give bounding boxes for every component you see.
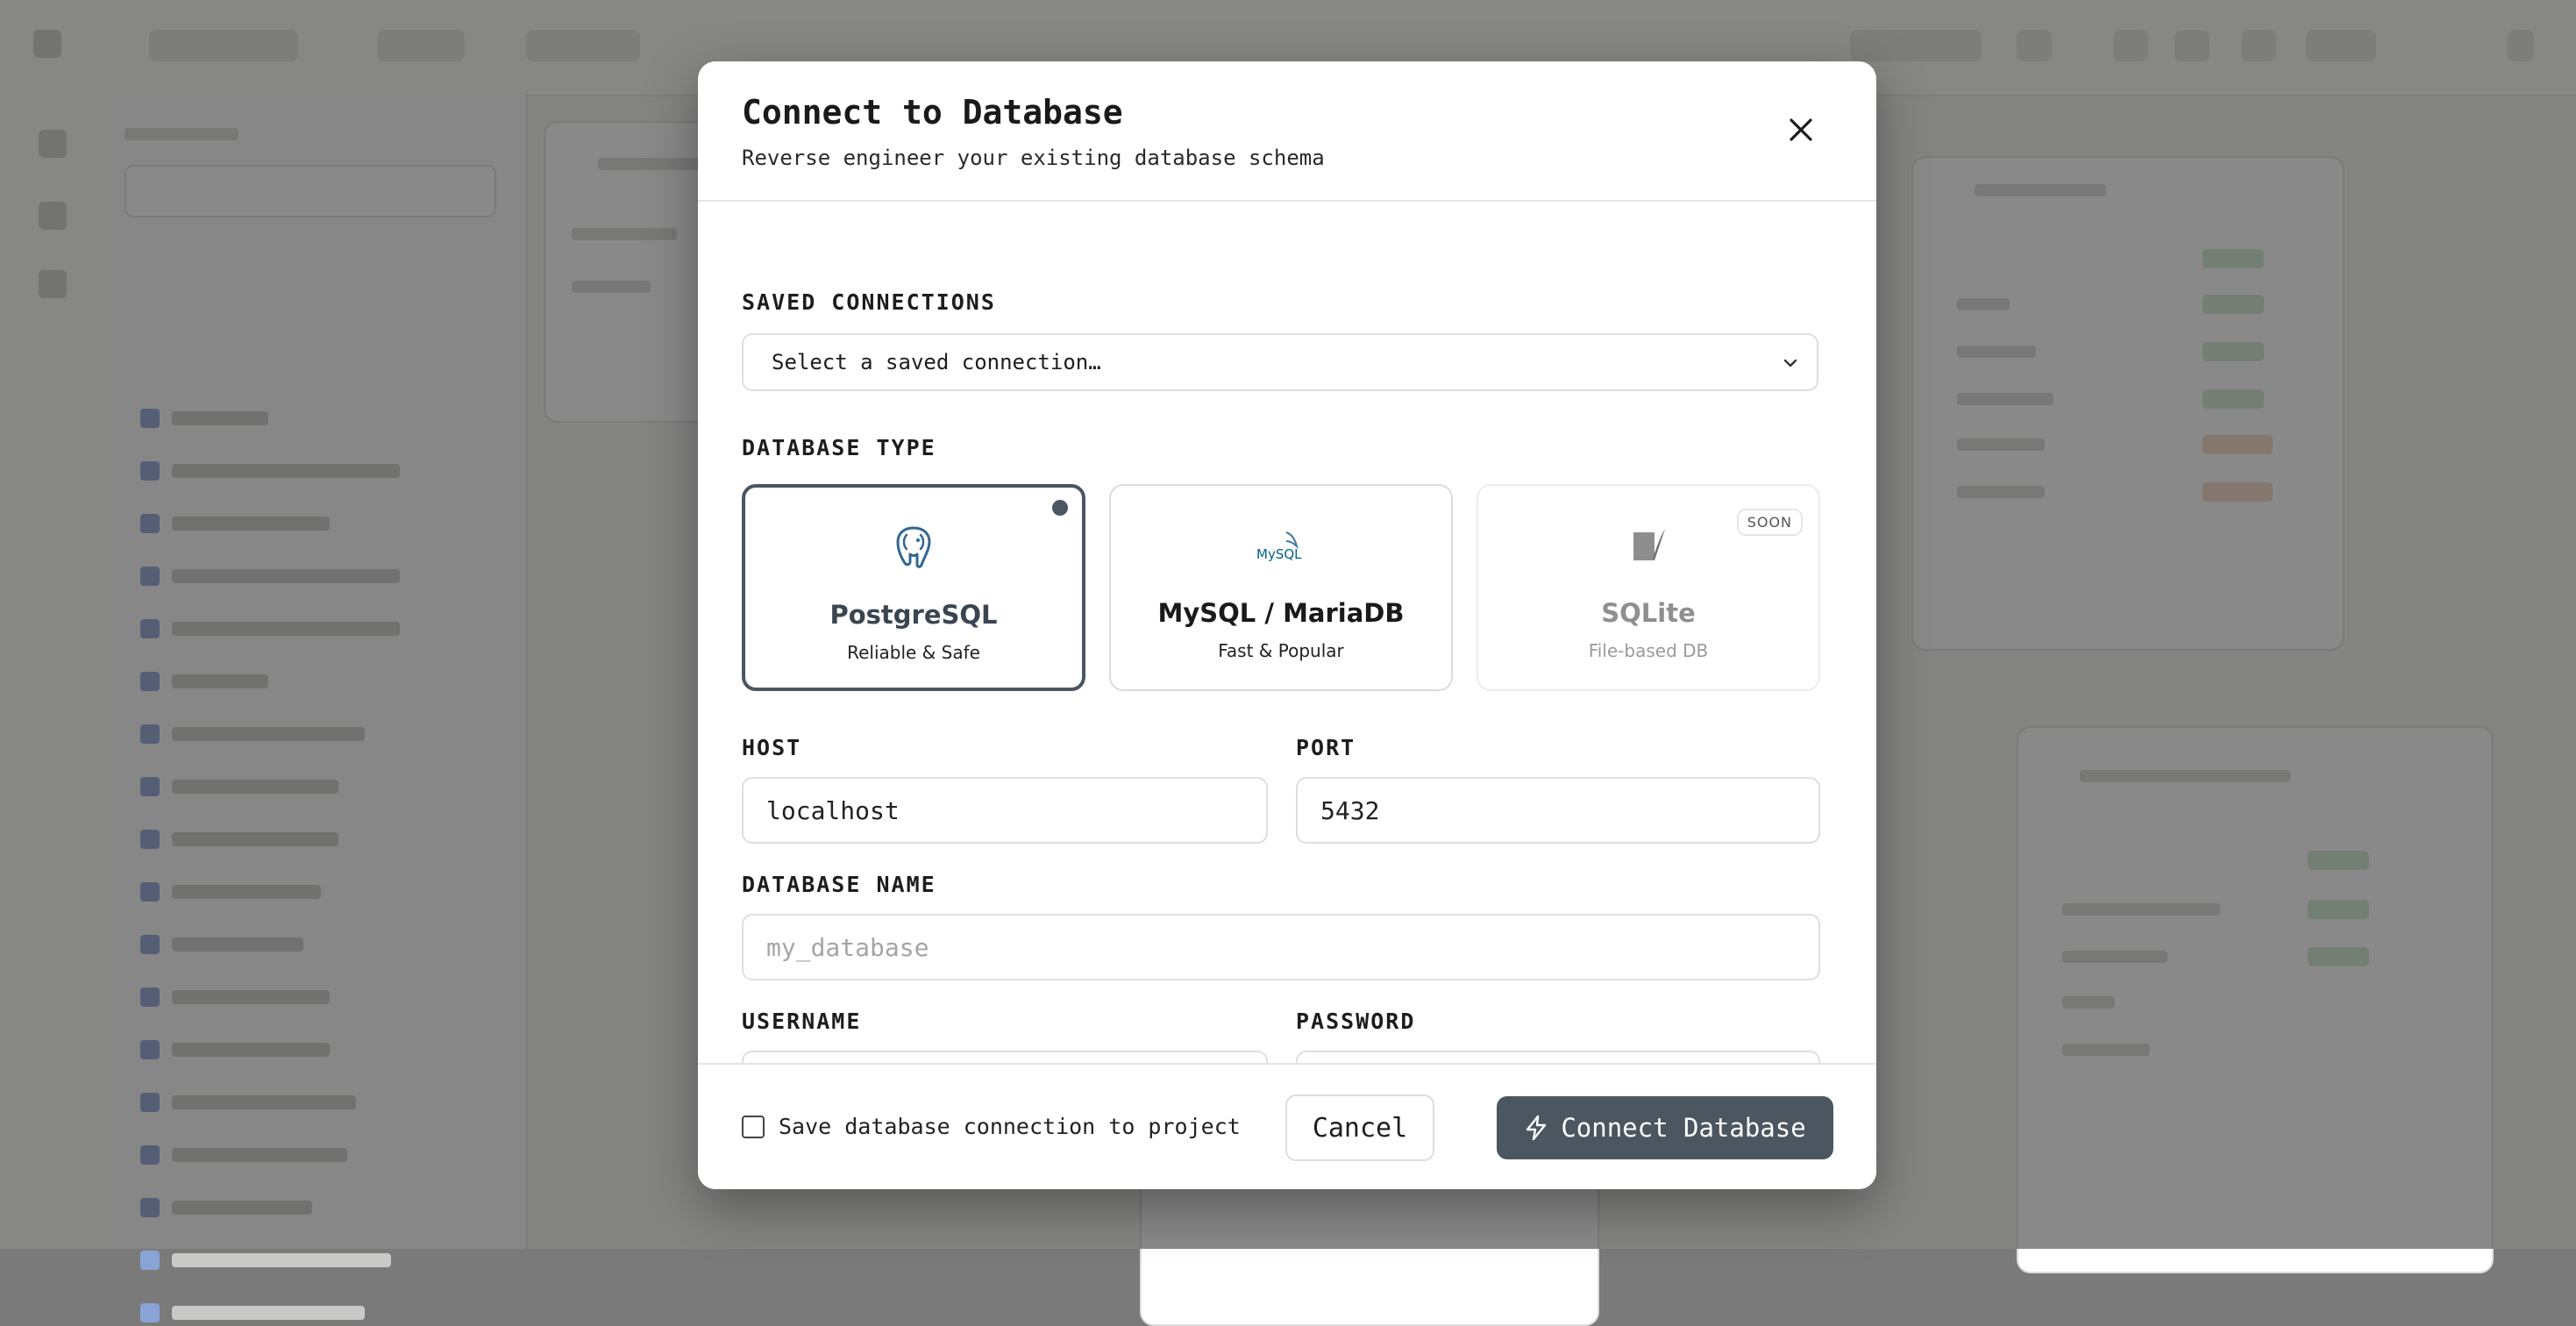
database-type-label: DATABASE TYPE: [742, 435, 936, 460]
saved-connection-select[interactable]: Select a saved connection…: [742, 333, 1818, 391]
cancel-button[interactable]: Cancel: [1285, 1094, 1434, 1161]
connect-database-button[interactable]: Connect Database: [1497, 1096, 1833, 1159]
database-name-input[interactable]: [742, 914, 1820, 980]
db-type-postgresql[interactable]: PostgreSQL Reliable & Safe: [742, 484, 1085, 691]
mysql-icon: MySQL: [1255, 519, 1307, 572]
modal-header: Connect to Database Reverse engineer you…: [698, 61, 1876, 202]
close-button[interactable]: [1782, 110, 1820, 149]
mysql-logo-text: MySQL: [1256, 546, 1302, 562]
db-type-name: MySQL / MariaDB: [1157, 598, 1405, 628]
save-connection-checkbox[interactable]: [742, 1116, 765, 1138]
connect-database-label: Connect Database: [1561, 1113, 1806, 1143]
lightning-icon: [1526, 1115, 1547, 1141]
modal-footer: Save database connection to project Canc…: [698, 1063, 1876, 1189]
connect-database-modal: Connect to Database Reverse engineer you…: [698, 61, 1876, 1189]
host-label: HOST: [742, 735, 802, 760]
saved-connection-selected: Select a saved connection…: [772, 350, 1101, 374]
host-input[interactable]: [742, 777, 1268, 844]
db-type-sqlite: SOON SQLite File-based DB: [1477, 484, 1820, 691]
selected-indicator: [1052, 500, 1068, 516]
postgresql-icon: [887, 521, 940, 574]
saved-connections-label: SAVED CONNECTIONS: [742, 289, 996, 315]
sqlite-icon: [1622, 519, 1675, 572]
port-input[interactable]: [1296, 777, 1820, 844]
explorer-item: [140, 1249, 391, 1272]
db-type-mysql[interactable]: MySQL MySQL / MariaDB Fast & Popular: [1109, 484, 1453, 691]
db-type-name: PostgreSQL: [829, 600, 998, 630]
soon-badge: SOON: [1736, 509, 1803, 536]
database-name-label: DATABASE NAME: [742, 872, 936, 897]
db-type-tagline: Fast & Popular: [1218, 640, 1344, 661]
close-icon: [1790, 118, 1812, 141]
chevron-down-icon: [1783, 359, 1797, 367]
modal-subtitle: Reverse engineer your existing database …: [742, 146, 1325, 170]
db-type-tagline: Reliable & Safe: [847, 642, 980, 663]
modal-title: Connect to Database: [742, 93, 1123, 132]
port-label: PORT: [1296, 735, 1356, 760]
explorer-item: [140, 1301, 365, 1324]
save-connection-label[interactable]: Save database connection to project: [779, 1114, 1241, 1139]
db-type-name: SQLite: [1601, 598, 1696, 628]
username-label: USERNAME: [742, 1009, 862, 1034]
modal-body[interactable]: SAVED CONNECTIONS Select a saved connect…: [698, 202, 1876, 1124]
password-label: PASSWORD: [1296, 1009, 1416, 1034]
db-type-tagline: File-based DB: [1588, 640, 1709, 661]
